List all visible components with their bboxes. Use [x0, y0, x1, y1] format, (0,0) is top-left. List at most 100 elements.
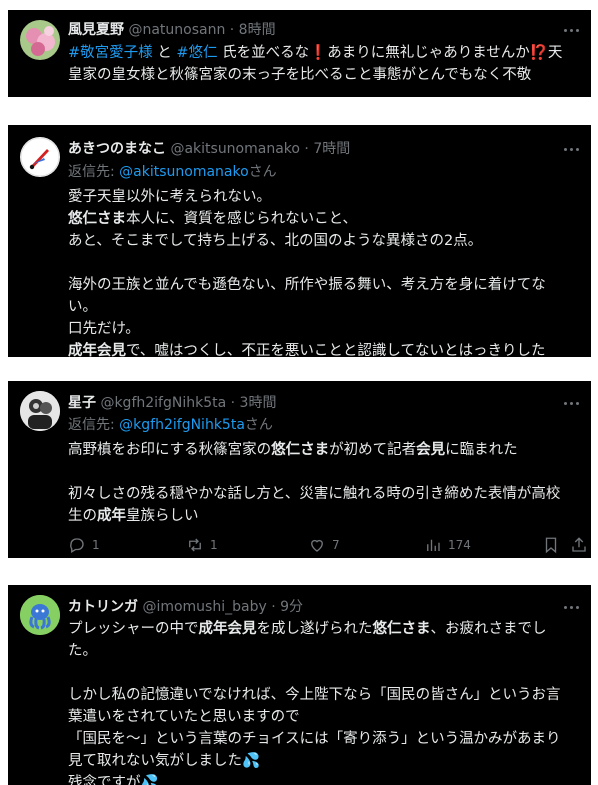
text-segment: 高野槙をお印にする秋篠宮家の: [68, 442, 272, 458]
tweet-line: [68, 461, 579, 483]
tweet-card[interactable]: あきつのまなこ @akitsunomanako · 7時間 返信先: @akit…: [8, 125, 591, 357]
tweet-header: 星子 @kgfh2ifgNihk5ta · 3時間: [68, 393, 561, 413]
more-icon[interactable]: [561, 26, 581, 34]
reply-prefix: 返信先:: [68, 417, 120, 433]
reply-count: 1: [92, 538, 100, 552]
tweet-line: た。: [68, 640, 579, 662]
share-button[interactable]: [570, 534, 588, 556]
more-icon[interactable]: [561, 603, 581, 611]
emphasis-emoji: ❗: [309, 45, 328, 61]
text-segment: 生の: [68, 508, 97, 524]
tweet-line: プレッシャーの中で成年会見を成し遂げられた悠仁さま、お疲れさまでし: [68, 618, 579, 640]
tweet-line: 口先だけ。: [68, 318, 579, 340]
reply-suffix: さん: [248, 164, 277, 180]
text-segment: プレッシャーの中で: [68, 621, 199, 637]
tweet-card[interactable]: 風見夏野 @natunosann · 8時間 #敬宮愛子様 と #悠仁 氏を並べ…: [8, 10, 591, 97]
display-name[interactable]: 風見夏野: [68, 22, 124, 38]
text-segment: を成し遂げられた: [256, 621, 373, 637]
like-icon: [311, 539, 323, 552]
tweet-header: 風見夏野 @natunosann · 8時間: [68, 20, 561, 40]
bold-text: 成年: [97, 508, 126, 524]
tweet-line: 高野槙をお印にする秋篠宮家の悠仁さまが初めて記者会見に臨まれた: [68, 439, 579, 461]
avatar[interactable]: [20, 20, 60, 60]
text-segment: 氏を並べるな: [217, 45, 310, 61]
text-segment: 残念ですが: [68, 775, 141, 785]
tweet-text: 愛子天皇以外に考えられない。 悠仁さま本人に、資質を感じられないこと、あと、そこま…: [68, 186, 579, 357]
retweet-button[interactable]: 1: [186, 534, 218, 556]
like-button[interactable]: 7: [308, 534, 340, 556]
text-segment: 、お疲れさまでし: [430, 621, 547, 637]
text-segment: 皇族らしい: [126, 508, 199, 524]
tweet-line: 悠仁さま本人に、資質を感じられないこと、: [68, 208, 579, 230]
tweet-line: 成年会見で、嘘はつくし、不正を悪いことと認識してないとはっきりした: [68, 340, 579, 357]
tweet-actions: 1 1 7 174: [68, 534, 586, 556]
reply-mention[interactable]: @akitsunomanako: [119, 164, 249, 180]
bookmark-icon: [545, 537, 557, 554]
tweet-line: い。: [68, 296, 579, 318]
reply-context: 返信先: @akitsunomanakoさん: [68, 162, 277, 182]
bold-text: 悠仁さま: [372, 621, 431, 637]
bookmark-button[interactable]: [542, 534, 560, 556]
tweet-line: あと、そこまでして持ち上げる、北の国のような異様さの2点。: [68, 230, 579, 252]
timestamp[interactable]: · 3時間: [231, 395, 277, 411]
views-count: 174: [448, 538, 471, 552]
timestamp[interactable]: · 8時間: [230, 22, 276, 38]
avatar[interactable]: [20, 137, 60, 177]
display-name[interactable]: 星子: [68, 395, 96, 411]
text-segment: あまりに無礼じゃありませんか: [327, 45, 530, 61]
text-segment: と: [152, 45, 177, 61]
text-segment: い。: [68, 299, 97, 315]
avatar[interactable]: [20, 595, 60, 635]
reply-mention[interactable]: @kgfh2ifgNihk5ta: [119, 417, 245, 433]
text-segment: た。: [68, 643, 97, 659]
text-segment: が初めて記者: [329, 442, 417, 458]
tweet-header: カトリンガ @imomushi_baby · 9分: [68, 597, 561, 617]
tweet-text: #敬宮愛子様 と #悠仁 氏を並べるな❗あまりに無礼じゃありませんか⁉️天 皇家の…: [68, 42, 579, 86]
retweet-count: 1: [210, 538, 218, 552]
text-segment: 本人に、資質を感じられないこと、: [126, 211, 357, 227]
tweet-text: プレッシャーの中で成年会見を成し遂げられた悠仁さま、お疲れさまでした。しかし私の…: [68, 618, 579, 785]
timestamp[interactable]: · 7時間: [304, 141, 350, 157]
like-count: 7: [332, 538, 340, 552]
tweet-card[interactable]: 星子 @kgfh2ifgNihk5ta · 3時間 返信先: @kgfh2ifg…: [8, 381, 591, 558]
retweet-icon: [189, 538, 201, 552]
handle[interactable]: @kgfh2ifgNihk5ta: [100, 395, 226, 411]
text-segment: に臨まれた: [445, 442, 518, 458]
tweet-line: 海外の王族と並んでも遜色ない、所作や振る舞い、考え方を身に着けてな: [68, 274, 579, 296]
hashtag-link[interactable]: #悠仁: [176, 45, 217, 61]
tweet-line: #敬宮愛子様 と #悠仁 氏を並べるな❗あまりに無礼じゃありませんか⁉️天: [68, 42, 579, 64]
tweet-line: 愛子天皇以外に考えられない。: [68, 186, 579, 208]
handle[interactable]: @akitsunomanako: [170, 141, 300, 157]
bold-text: 悠仁さま: [271, 442, 330, 458]
reply-prefix: 返信先:: [68, 164, 120, 180]
bold-text: 成年会見: [198, 621, 257, 637]
handle[interactable]: @natunosann: [128, 22, 225, 38]
text-segment: 初々しさの残る穏やかな話し方と、災害に触れる時の引き締めた表情が高校: [68, 486, 561, 502]
handle[interactable]: @imomushi_baby: [142, 599, 266, 615]
hashtag-link[interactable]: #敬宮愛子様: [68, 45, 153, 61]
tweet-line: [68, 662, 579, 684]
more-icon[interactable]: [561, 145, 581, 153]
text-segment: 口先だけ。: [68, 321, 140, 337]
tweet-text: 高野槙をお印にする秋篠宮家の悠仁さまが初めて記者会見に臨まれた初々しさの残る穏や…: [68, 439, 579, 527]
timestamp[interactable]: · 9分: [271, 599, 303, 615]
tweet-card[interactable]: カトリンガ @imomushi_baby · 9分 プレッシャーの中で成年会見を…: [8, 585, 591, 785]
sweat-drops-emoji: 💦: [140, 775, 159, 785]
text-segment: しかし私の記憶違いでなければ、今上陛下なら「国民の皆さん」というお言: [68, 687, 561, 703]
reply-button[interactable]: 1: [68, 534, 100, 556]
text-segment: で、嘘はつくし、不正を悪いことと認識してないとはっきりした: [126, 343, 546, 357]
reply-icon: [70, 538, 84, 553]
more-icon[interactable]: [561, 399, 581, 407]
tweet-line: 皇家の皇女様と秋篠宮家の末っ子を比べること事態がとんでもなく不敬: [68, 64, 579, 86]
text-segment: あと、そこまでして持ち上げる、北の国のような異様さの2点。: [68, 233, 483, 249]
tweet-line: しかし私の記憶違いでなければ、今上陛下なら「国民の皆さん」というお言: [68, 684, 579, 706]
tweet-line: 葉遣いをされていたと思いますので: [68, 706, 579, 728]
share-icon: [572, 537, 586, 552]
text-segment: 見て取れない気がしました: [68, 753, 242, 769]
tweet-line: 生の成年皇族らしい: [68, 505, 579, 527]
views-button[interactable]: 174: [424, 534, 471, 556]
avatar[interactable]: [20, 391, 60, 431]
display-name[interactable]: カトリンガ: [68, 599, 138, 615]
sweat-drops-emoji: 💦: [242, 753, 261, 769]
display-name[interactable]: あきつのまなこ: [68, 141, 166, 157]
